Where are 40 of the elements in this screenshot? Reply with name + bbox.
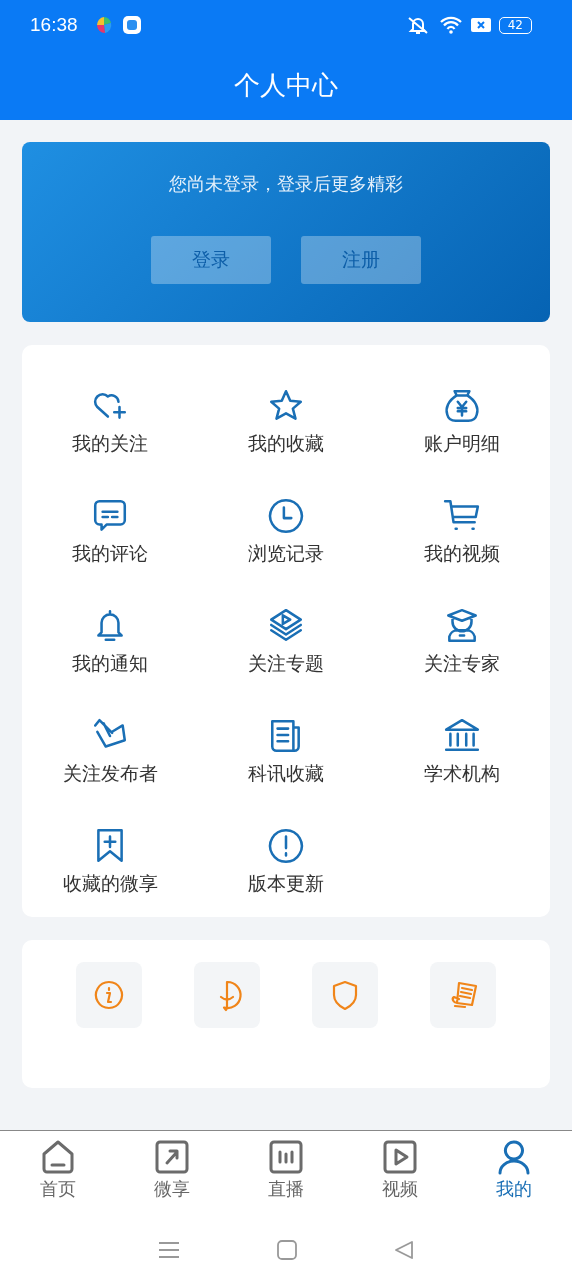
nav-tab[interactable]: 直播 [268, 1139, 304, 1220]
no-sim-icon [470, 17, 491, 33]
menu-item[interactable]: 关注发布者 [62, 761, 158, 787]
person-icon [496, 1139, 532, 1175]
share-arrow-icon [154, 1139, 190, 1175]
menu-icon[interactable] [157, 1240, 182, 1260]
menu-item[interactable]: 科讯收藏 [248, 761, 324, 787]
login-prompt: 您尚未登录，登录后更多精彩 [169, 172, 403, 196]
status-time: 16:38 [30, 14, 78, 36]
menu-item[interactable]: 浏览记录 [248, 541, 324, 567]
battery-level: 42 [498, 16, 532, 34]
nav-tab[interactable]: 首页 [40, 1139, 76, 1220]
menu-item[interactable]: 学术机构 [424, 761, 500, 787]
menu-item[interactable]: 账户明细 [424, 431, 500, 457]
menu-item[interactable]: 关注专家 [424, 651, 500, 677]
menu-item[interactable]: 我的通知 [72, 651, 148, 677]
clock-icon[interactable] [267, 497, 305, 535]
money-bag-icon[interactable] [443, 387, 481, 425]
home-square-icon[interactable] [276, 1239, 298, 1261]
wifi-icon [438, 15, 463, 35]
menu-item[interactable]: 我的收藏 [248, 431, 324, 457]
menu-item[interactable]: 关注专题 [248, 651, 324, 677]
info-tile[interactable] [76, 962, 142, 1028]
scroll-tile[interactable] [430, 962, 496, 1028]
nav-tab[interactable]: 微享 [154, 1139, 190, 1220]
play-icon [382, 1139, 418, 1175]
app-icon [121, 15, 142, 35]
menu-item[interactable]: 我的关注 [72, 431, 148, 457]
exclamation-icon[interactable] [267, 827, 305, 865]
menu-item[interactable]: 收藏的微享 [62, 871, 158, 897]
page-title: 个人中心 [233, 69, 339, 102]
menu-item[interactable]: 版本更新 [248, 871, 324, 897]
live-bars-icon [268, 1139, 304, 1175]
menu-item[interactable]: 我的评论 [72, 541, 148, 567]
menu-item[interactable]: 我的视频 [424, 541, 500, 567]
back-icon[interactable] [392, 1239, 415, 1261]
shield-tile[interactable] [312, 962, 378, 1028]
nav-tab[interactable]: 视频 [382, 1139, 418, 1220]
nav-tab[interactable]: 我的 [496, 1139, 532, 1220]
home-icon [40, 1139, 76, 1175]
